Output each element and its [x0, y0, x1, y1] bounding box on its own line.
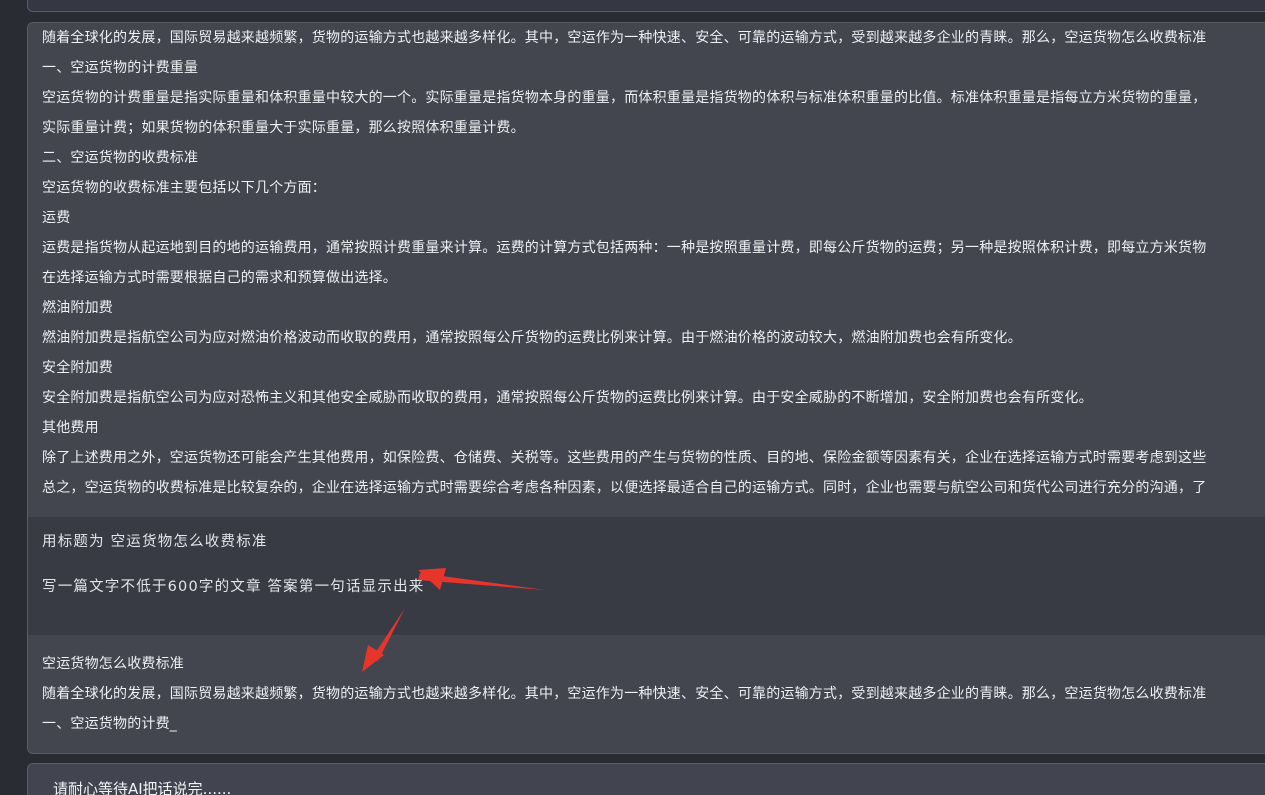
paragraph-billing-weight: 空运货物的计费重量是指实际重量和体积重量中较大的一个。实际重量是指货物本身的重量…: [42, 90, 1207, 106]
paragraph-billing-weight-cont: 实际重量计费；如果货物的体积重量大于实际重量，那么按照体积重量计费。: [42, 120, 525, 136]
user-prompt-message: 用标题为 空运货物怎么收费标准 写一篇文字不低于600字的文章 答案第一句话显示…: [28, 517, 1265, 635]
paragraph-other-fees: 除了上述费用之外，空运货物还可能会产生其他费用，如保险费、仓储费、关税等。这些费…: [42, 450, 1207, 466]
waiting-status-text: 请耐心等待AI把话说完......: [53, 780, 232, 795]
ai-streaming-response: 空运货物怎么收费标准 随着全球化的发展，国际贸易越来越频繁，货物的运输方式也越来…: [28, 635, 1265, 753]
paragraph-conclusion: 总之，空运货物的收费标准是比较复杂的，企业在选择运输方式时需要综合考虑各种因素，…: [42, 480, 1207, 496]
previous-message-card: [27, 0, 1265, 12]
paragraph-security-surcharge: 安全附加费是指航空公司为应对恐怖主义和其他安全威胁而收取的费用，通常按照每公斤货…: [42, 390, 1093, 406]
response-intro: 随着全球化的发展，国际贸易越来越频繁，货物的运输方式也越来越多样化。其中，空运作…: [42, 30, 1207, 46]
streaming-title: 空运货物怎么收费标准: [42, 656, 184, 672]
user-prompt-title-line: 用标题为 空运货物怎么收费标准: [42, 534, 268, 550]
subheading-freight: 运费: [42, 210, 71, 226]
heading-fee-standard: 二、空运货物的收费标准: [42, 150, 199, 166]
app-stage: 随着全球化的发展，国际贸易越来越频繁，货物的运输方式也越来越多样化。其中，空运作…: [0, 0, 1265, 795]
streaming-first-sentence: 随着全球化的发展，国际贸易越来越频繁，货物的运输方式也越来越多样化。其中，空运作…: [42, 686, 1207, 702]
streaming-partial-heading: 一、空运货物的计费_: [42, 716, 177, 732]
subheading-fuel-surcharge: 燃油附加费: [42, 300, 113, 316]
paragraph-fuel-surcharge: 燃油附加费是指航空公司为应对燃油价格波动而收取的费用，通常按照每公斤货物的运费比…: [42, 330, 1022, 346]
heading-billing-weight: 一、空运货物的计费重量: [42, 60, 199, 76]
status-card: 请耐心等待AI把话说完......: [27, 763, 1265, 795]
ai-response-message: 随着全球化的发展，国际贸易越来越频繁，货物的运输方式也越来越多样化。其中，空运作…: [28, 23, 1265, 517]
paragraph-freight-cont: 在选择运输方式时需要根据自己的需求和预算做出选择。: [42, 270, 397, 286]
subheading-other-fees: 其他费用: [42, 420, 99, 436]
user-prompt-instruction-line: 写一篇文字不低于600字的文章 答案第一句话显示出来: [42, 579, 425, 595]
paragraph-freight: 运费是指货物从起运地到目的地的运输费用，通常按照计费重量来计算。运费的计算方式包…: [42, 240, 1207, 256]
chat-panel: 随着全球化的发展，国际贸易越来越频繁，货物的运输方式也越来越多样化。其中，空运作…: [27, 22, 1265, 754]
subheading-security-surcharge: 安全附加费: [42, 360, 113, 376]
paragraph-fee-standard: 空运货物的收费标准主要包括以下几个方面：: [42, 180, 326, 196]
